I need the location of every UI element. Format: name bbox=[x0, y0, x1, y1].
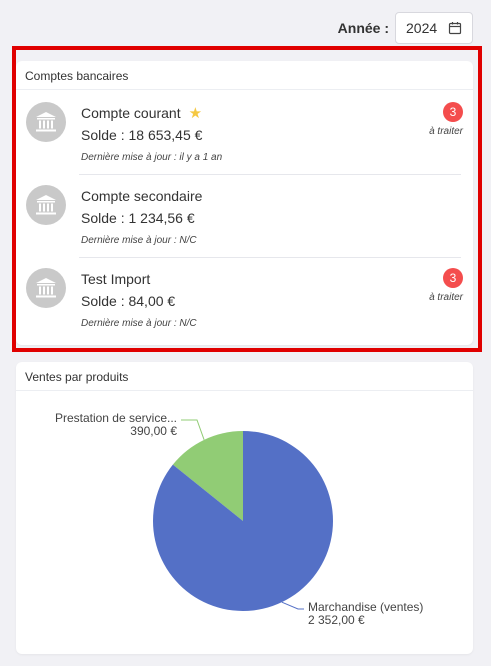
pie-slice-label: Marchandise (ventes) bbox=[308, 600, 423, 614]
year-value: 2024 bbox=[406, 20, 438, 36]
pie-slice-value: 390,00 € bbox=[130, 424, 177, 438]
sales-by-product-card: Ventes par produits Prestation de servic… bbox=[16, 362, 473, 654]
highlight-frame bbox=[12, 46, 482, 352]
pie-slice-label: Prestation de service... bbox=[55, 411, 177, 425]
year-picker[interactable]: 2024 bbox=[395, 12, 473, 44]
sales-pie-chart: Prestation de service...390,00 € Marchand… bbox=[55, 411, 423, 627]
pie-leader-line bbox=[281, 601, 304, 610]
pie-slice-value: 2 352,00 € bbox=[308, 613, 365, 627]
year-label: Année : bbox=[337, 20, 389, 36]
calendar-icon bbox=[448, 22, 462, 35]
pie-leader-line bbox=[181, 419, 205, 441]
year-selector: Année : 2024 bbox=[338, 12, 473, 44]
